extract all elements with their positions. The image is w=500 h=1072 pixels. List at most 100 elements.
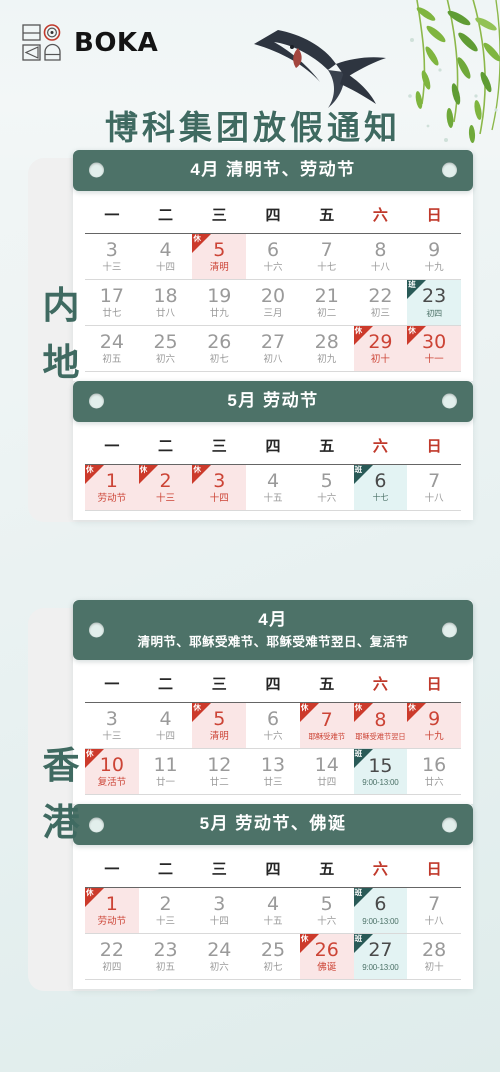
day-cell-work[interactable]: 班 15 9:00-13:00	[353, 749, 408, 795]
day-cell-rest[interactable]: 休 1 劳动节	[85, 888, 139, 933]
day-subtitle: 耶稣受难节	[308, 731, 345, 741]
work-badge-label: 班	[354, 749, 363, 759]
weekday-header-row: 一二三四五六日	[85, 849, 461, 887]
day-number: 5	[320, 892, 333, 915]
row-separator	[85, 370, 461, 372]
day-subtitle: 9:00-13:00	[362, 962, 399, 972]
day-cell-rest[interactable]: 休 8 耶稣受难节翌日	[353, 703, 408, 749]
day-subtitle: 十三	[156, 915, 176, 927]
day-cell[interactable]: 6 十六	[246, 234, 300, 279]
day-cell-work[interactable]: 班 6 十七	[353, 464, 408, 510]
day-number: 4	[266, 469, 280, 492]
calendar-body: 一二三四五六日休 1 劳动节 2 十三 3 十四 4 十五 5 十六班 6 9:00-13:00 7 十八 2…	[73, 845, 473, 989]
punch-hole-right	[442, 393, 457, 409]
day-cell-work[interactable]: 班 23 初四	[407, 279, 461, 325]
weekday-1: 一	[104, 205, 120, 224]
day-cell[interactable]: 28 初十	[407, 934, 461, 979]
day-cell-rest[interactable]: 休 30 十一	[407, 325, 461, 371]
week-row: 3 十三 4 十四休 5 清明 6 十六休 7 耶稣受难节休 8 耶稣受难节翌日休 9 十九	[85, 703, 461, 749]
day-cell-work[interactable]: 班 27 9:00-13:00	[353, 934, 408, 979]
day-cell[interactable]: 7 十七	[300, 234, 354, 279]
week-row: 3 十三 4 十四休 5 清明 6 十六 7 十七 8 十八 9 十九	[85, 233, 461, 279]
day-subtitle: 十六	[263, 261, 283, 273]
day-cell[interactable]: 7 十八	[407, 888, 461, 933]
day-cell[interactable]: 25 初七	[246, 934, 300, 979]
day-cell[interactable]: 7 十八	[407, 465, 461, 510]
day-cell[interactable]: 28 初九	[300, 326, 354, 371]
weekday-header-row: 一二三四五六日	[85, 426, 461, 464]
rest-badge-label: 休	[139, 464, 148, 474]
day-cell[interactable]: 16 廿六	[407, 749, 461, 794]
day-cell[interactable]: 9 十九	[407, 234, 461, 279]
day-cell[interactable]: 20 三月	[246, 280, 300, 325]
day-subtitle: 十六	[317, 915, 337, 927]
day-number: 7	[428, 469, 441, 492]
day-cell[interactable]: 22 初三	[354, 280, 408, 325]
day-cell[interactable]: 8 十八	[354, 234, 408, 279]
day-cell[interactable]: 3 十三	[85, 703, 139, 748]
day-subtitle: 十四	[156, 730, 176, 742]
day-cell[interactable]: 21 初二	[300, 280, 354, 325]
day-subtitle: 廿六	[424, 776, 444, 788]
day-number: 4	[159, 707, 172, 730]
day-number: 3	[213, 469, 226, 492]
day-cell[interactable]: 14 廿四	[300, 749, 354, 794]
rest-badge-label: 休	[193, 233, 201, 243]
day-cell[interactable]: 19 廿九	[192, 280, 246, 325]
day-cell-rest[interactable]: 休 26 佛诞	[299, 934, 354, 979]
day-cell[interactable]: 27 初八	[246, 326, 300, 371]
day-cell[interactable]: 18 廿八	[139, 280, 193, 325]
day-cell[interactable]: 4 十五	[246, 888, 300, 933]
weekday-6: 六	[372, 436, 388, 455]
day-cell-rest[interactable]: 休 3 十四	[192, 464, 247, 510]
day-cell[interactable]: 3 十三	[85, 234, 139, 279]
day-number: 9	[428, 238, 441, 261]
day-number: 24	[99, 330, 124, 353]
day-cell[interactable]: 13 廿三	[246, 749, 300, 794]
day-cell[interactable]: 4 十四	[139, 234, 193, 279]
day-cell-rest[interactable]: 休 7 耶稣受难节	[299, 703, 354, 749]
day-cell-rest[interactable]: 休 1 劳动节	[85, 464, 139, 510]
day-cell-rest[interactable]: 休 5 清明	[192, 703, 247, 749]
day-number: 3	[105, 707, 118, 730]
day-cell-rest[interactable]: 休 5 清明	[192, 233, 247, 279]
rest-badge-label: 休	[300, 934, 309, 943]
day-subtitle: 初二	[317, 307, 337, 319]
day-subtitle: 十三	[102, 261, 122, 273]
day-cell-rest[interactable]: 休 2 十三	[138, 464, 193, 510]
day-cell[interactable]: 11 廿一	[139, 749, 193, 794]
day-number: 9	[428, 707, 441, 730]
weekday-2: 二	[158, 675, 174, 694]
day-cell-rest[interactable]: 休 29 初十	[353, 325, 408, 371]
day-cell[interactable]: 23 初五	[139, 934, 193, 979]
day-cell[interactable]: 4 十四	[139, 703, 193, 748]
day-cell[interactable]: 3 十四	[192, 888, 246, 933]
day-cell[interactable]: 25 初六	[139, 326, 193, 371]
day-number: 22	[368, 284, 393, 307]
day-number: 26	[207, 330, 232, 353]
day-cell-work[interactable]: 班 6 9:00-13:00	[353, 888, 408, 933]
day-cell[interactable]: 26 初七	[192, 326, 246, 371]
day-subtitle: 十七	[372, 493, 389, 503]
day-cell[interactable]: 22 初四	[85, 934, 139, 979]
day-cell[interactable]: 17 廿七	[85, 280, 139, 325]
day-cell[interactable]: 2 十三	[139, 888, 193, 933]
weekday-6: 六	[372, 205, 388, 224]
day-cell[interactable]: 4 十五	[246, 465, 300, 510]
day-cell[interactable]: 24 初六	[192, 934, 246, 979]
day-cell[interactable]: 24 初五	[85, 326, 139, 371]
calendar-title: 4月	[258, 610, 288, 629]
day-cell-rest[interactable]: 休 9 十九	[407, 703, 461, 749]
punch-hole-left	[89, 817, 104, 833]
day-cell[interactable]: 5 十六	[300, 888, 354, 933]
page-title: 博科集团放假通知	[105, 108, 401, 147]
day-cell-rest[interactable]: 休 10 复活节	[85, 749, 139, 795]
day-cell[interactable]: 5 十六	[300, 465, 354, 510]
weekday-7: 日	[426, 675, 442, 694]
day-number: 28	[422, 938, 447, 961]
day-cell[interactable]: 12 廿二	[192, 749, 246, 794]
day-subtitle: 初五	[102, 353, 122, 365]
region-calendars-1: 4月 清明节、耶稣受难节、耶稣受难节翌日、复活节一二三四五六日 3 十三 4 十四休 5 清明…	[73, 600, 473, 989]
day-subtitle: 清明	[209, 730, 229, 742]
day-cell[interactable]: 6 十六	[246, 703, 300, 748]
